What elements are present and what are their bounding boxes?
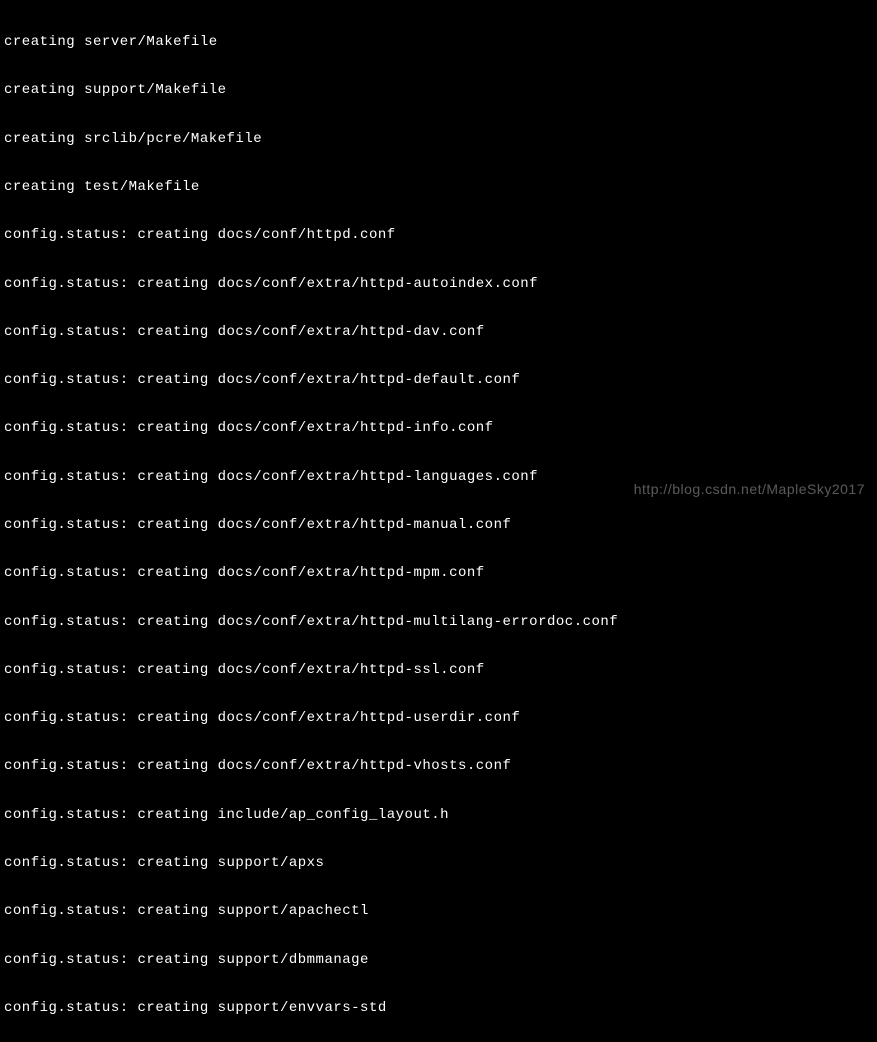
- output-line: config.status: creating docs/conf/extra/…: [4, 324, 873, 340]
- output-line: config.status: creating docs/conf/extra/…: [4, 372, 873, 388]
- output-line: config.status: creating docs/conf/extra/…: [4, 565, 873, 581]
- output-line: config.status: creating docs/conf/extra/…: [4, 662, 873, 678]
- output-line: config.status: creating support/apxs: [4, 855, 873, 871]
- output-line: config.status: creating support/apachect…: [4, 903, 873, 919]
- terminal-output[interactable]: creating server/Makefile creating suppor…: [4, 2, 873, 1042]
- output-line: config.status: creating docs/conf/extra/…: [4, 517, 873, 533]
- output-line: creating support/Makefile: [4, 82, 873, 98]
- output-line: config.status: creating include/ap_confi…: [4, 807, 873, 823]
- watermark-text: http://blog.csdn.net/MapleSky2017: [634, 481, 865, 497]
- output-line: creating test/Makefile: [4, 179, 873, 195]
- output-line: config.status: creating docs/conf/extra/…: [4, 614, 873, 630]
- output-line: config.status: creating support/dbmmanag…: [4, 952, 873, 968]
- output-line: config.status: creating docs/conf/extra/…: [4, 758, 873, 774]
- output-line: creating server/Makefile: [4, 34, 873, 50]
- output-line: config.status: creating docs/conf/extra/…: [4, 276, 873, 292]
- output-line: config.status: creating support/envvars-…: [4, 1000, 873, 1016]
- output-line: config.status: creating docs/conf/extra/…: [4, 710, 873, 726]
- output-line: creating srclib/pcre/Makefile: [4, 131, 873, 147]
- output-line: config.status: creating docs/conf/httpd.…: [4, 227, 873, 243]
- output-line: config.status: creating docs/conf/extra/…: [4, 420, 873, 436]
